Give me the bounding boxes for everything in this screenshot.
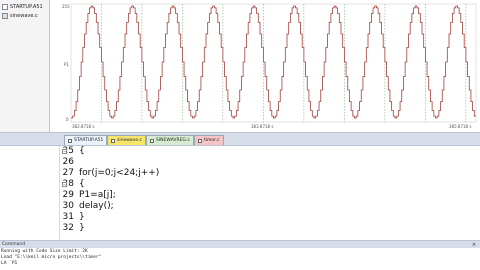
tab-label: sinewave.c	[117, 137, 142, 143]
file-icon	[111, 138, 115, 143]
tab-label: SINEWAVREG.c	[156, 137, 190, 143]
code-line: 32 }	[0, 223, 480, 234]
file-icon	[68, 138, 72, 143]
plot-area	[70, 3, 477, 123]
y-axis-bottom-label: 0	[66, 117, 69, 122]
tree-item-startup[interactable]: STARTUP.A51	[2, 2, 43, 11]
y-axis-signal-label: P1	[64, 62, 69, 67]
code-line: 25 { −	[0, 146, 480, 157]
code-line: 28 { −	[0, 179, 480, 190]
x-axis-mid-label: 383.8718 s	[251, 124, 274, 129]
tab-label: STARTUP.A51	[74, 137, 104, 143]
code-line: 29 P1=a[j];	[0, 190, 480, 201]
code-editor[interactable]: 25 { − 26 27 for(j=0;j<24;j++) 28 { − 29…	[0, 146, 480, 240]
tree-item-label: sinewave.c	[10, 12, 38, 19]
tree-item-label: STARTUP.A51	[10, 3, 43, 10]
file-icon	[150, 138, 154, 143]
line-number: 27	[62, 168, 74, 178]
project-pane: STARTUP.A51 sinewave.c	[0, 0, 50, 132]
code-line: 26	[0, 157, 480, 168]
tab-label: timer.c	[204, 137, 220, 143]
x-axis-left-label: 382.8718 s	[72, 124, 95, 129]
editor-tab-bar: STARTUP.A51 sinewave.c SINEWAVREG.c time…	[0, 132, 480, 146]
code-text[interactable]: }	[79, 212, 85, 223]
tab-sinewavreg[interactable]: SINEWAVREG.c	[146, 135, 194, 145]
code-text[interactable]: }	[79, 223, 85, 234]
fold-toggle-icon[interactable]: −	[62, 182, 67, 187]
line-number: 32	[62, 223, 74, 233]
c-file-icon	[2, 12, 8, 19]
line-number: 29	[62, 190, 74, 200]
file-icon	[198, 138, 202, 143]
fold-toggle-icon[interactable]: −	[62, 149, 67, 154]
asm-file-icon	[2, 3, 8, 10]
code-text[interactable]: P1=a[j];	[79, 190, 116, 201]
code-text[interactable]: {	[79, 146, 85, 157]
logic-analyzer[interactable]: 255 P1 0 382.8718 s 383.8718 s 385.8718 …	[51, 0, 480, 132]
command-output[interactable]: Running with Code Size Limit: 2K Load "E…	[0, 248, 480, 270]
tree-item-sinewave[interactable]: sinewave.c	[2, 11, 38, 20]
tab-sinewave[interactable]: sinewave.c	[107, 135, 146, 145]
code-line: 31 }	[0, 212, 480, 223]
code-line: 30 delay();	[0, 201, 480, 212]
line-number: 31	[62, 212, 74, 222]
line-number: 30	[62, 201, 74, 211]
command-output-line: Load "E:\\keil micro projects\\timer"	[1, 255, 102, 260]
line-number: 26	[62, 157, 74, 167]
tab-startup[interactable]: STARTUP.A51	[64, 135, 108, 145]
y-axis-top-label: 255	[62, 4, 70, 9]
code-text[interactable]: for(j=0;j<24;j++)	[79, 168, 159, 179]
code-text[interactable]: delay();	[79, 201, 114, 212]
command-output-line: Running with Code Size Limit: 2K	[1, 249, 88, 254]
tab-timer[interactable]: timer.c	[194, 135, 224, 145]
command-output-line: LA `P1	[1, 261, 18, 266]
code-line: 27 for(j=0;j<24;j++)	[0, 168, 480, 179]
x-axis-right-label: 385.8718 s	[449, 124, 472, 129]
waveform-plot[interactable]	[51, 0, 480, 132]
command-window-header: Command ×	[0, 240, 480, 248]
code-text[interactable]: {	[79, 179, 85, 190]
